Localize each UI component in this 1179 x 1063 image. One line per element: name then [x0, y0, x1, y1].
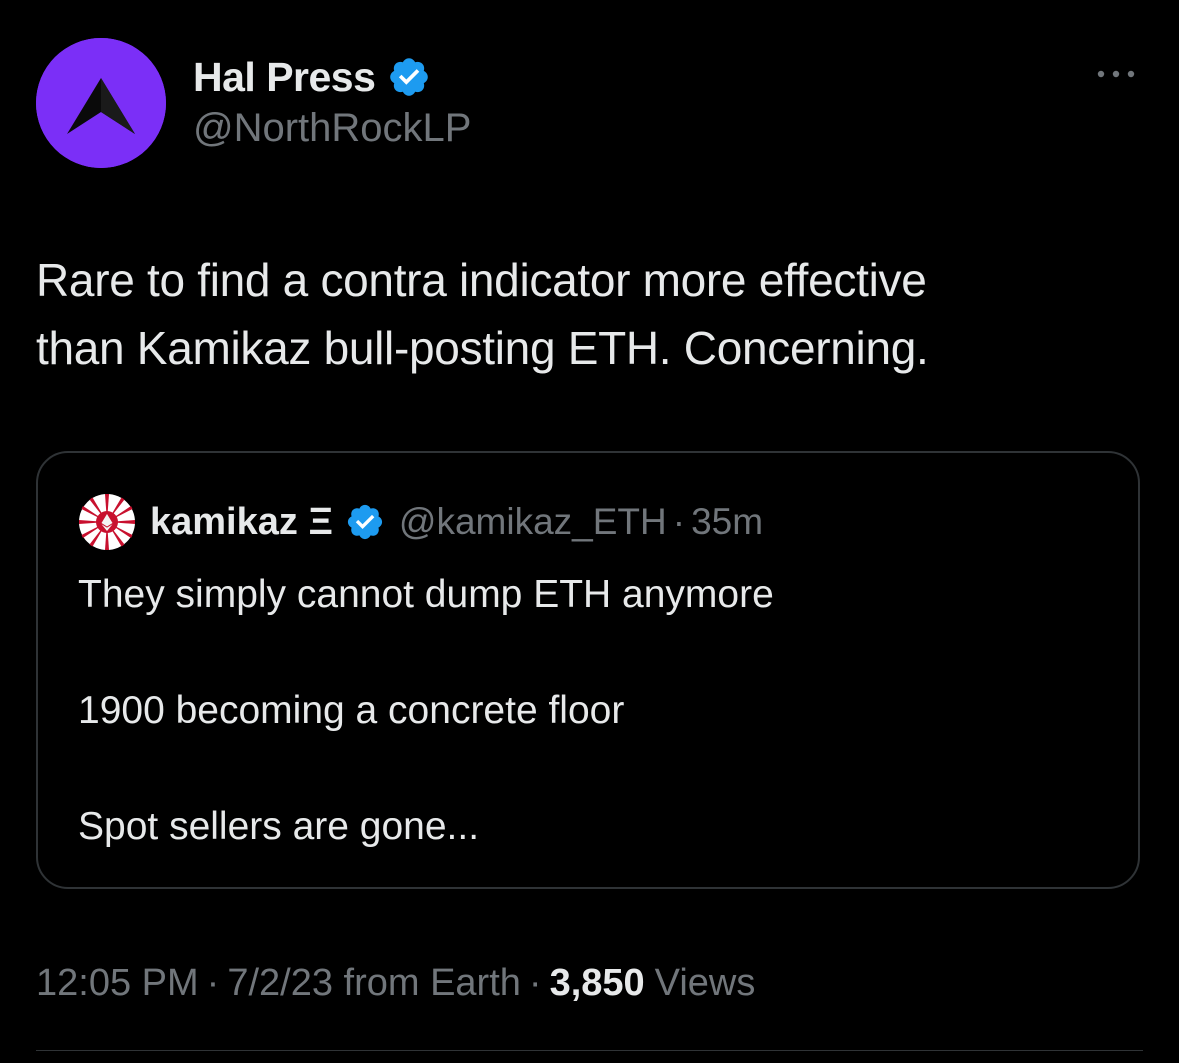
- verified-badge-icon[interactable]: [387, 55, 431, 99]
- author-avatar[interactable]: [36, 38, 166, 168]
- quoted-author-handle[interactable]: @kamikaz_ETH: [399, 501, 667, 543]
- tweet-text: Rare to find a contra indicator more eff…: [36, 246, 1136, 382]
- meta-separator: ·: [528, 962, 542, 1004]
- tweet-text-line: than Kamikaz bull-posting ETH. Concernin…: [36, 322, 929, 374]
- quoted-verified-badge-icon: [345, 502, 385, 542]
- tweet-date-source: 7/2/23 from Earth: [227, 962, 521, 1004]
- meta-separator: ·: [206, 962, 220, 1004]
- author-name-row: Hal Press: [193, 50, 431, 104]
- more-options-icon[interactable]: [1095, 62, 1137, 86]
- quoted-text-line: 1900 becoming a concrete floor: [78, 689, 625, 732]
- views-label: Views: [654, 962, 756, 1004]
- quoted-tweet-header: kamikaz Ξ @kamikaz_ETH · 35m: [78, 494, 763, 550]
- tweet-time[interactable]: 12:05 PM: [36, 962, 199, 1005]
- rising-sun-avatar-icon: [79, 494, 135, 550]
- quoted-tweet-card[interactable]: kamikaz Ξ @kamikaz_ETH · 35m They simply…: [36, 451, 1140, 889]
- tweet-text-line: Rare to find a contra indicator more eff…: [36, 254, 927, 306]
- quoted-tweet-time[interactable]: 35m: [691, 501, 763, 543]
- quoted-header-separator: ·: [672, 501, 686, 542]
- author-handle[interactable]: @NorthRockLP: [193, 106, 471, 151]
- divider: [36, 1050, 1143, 1051]
- quoted-author-avatar: [78, 493, 136, 551]
- quoted-text-line: Spot sellers are gone...: [78, 805, 480, 848]
- tweet-metadata: 12:05 PM · 7/2/23 from Earth · 3,850 Vie…: [36, 962, 755, 1005]
- tweet-detail: Hal Press @NorthRockLP Rare to find a co…: [0, 0, 1179, 1063]
- north-rock-logo-icon: [36, 38, 166, 168]
- author-display-name[interactable]: Hal Press: [193, 54, 376, 101]
- views-count[interactable]: 3,850: [550, 962, 645, 1005]
- quoted-author-display-name[interactable]: kamikaz Ξ: [150, 501, 333, 544]
- quoted-text-line: They simply cannot dump ETH anymore: [78, 573, 774, 616]
